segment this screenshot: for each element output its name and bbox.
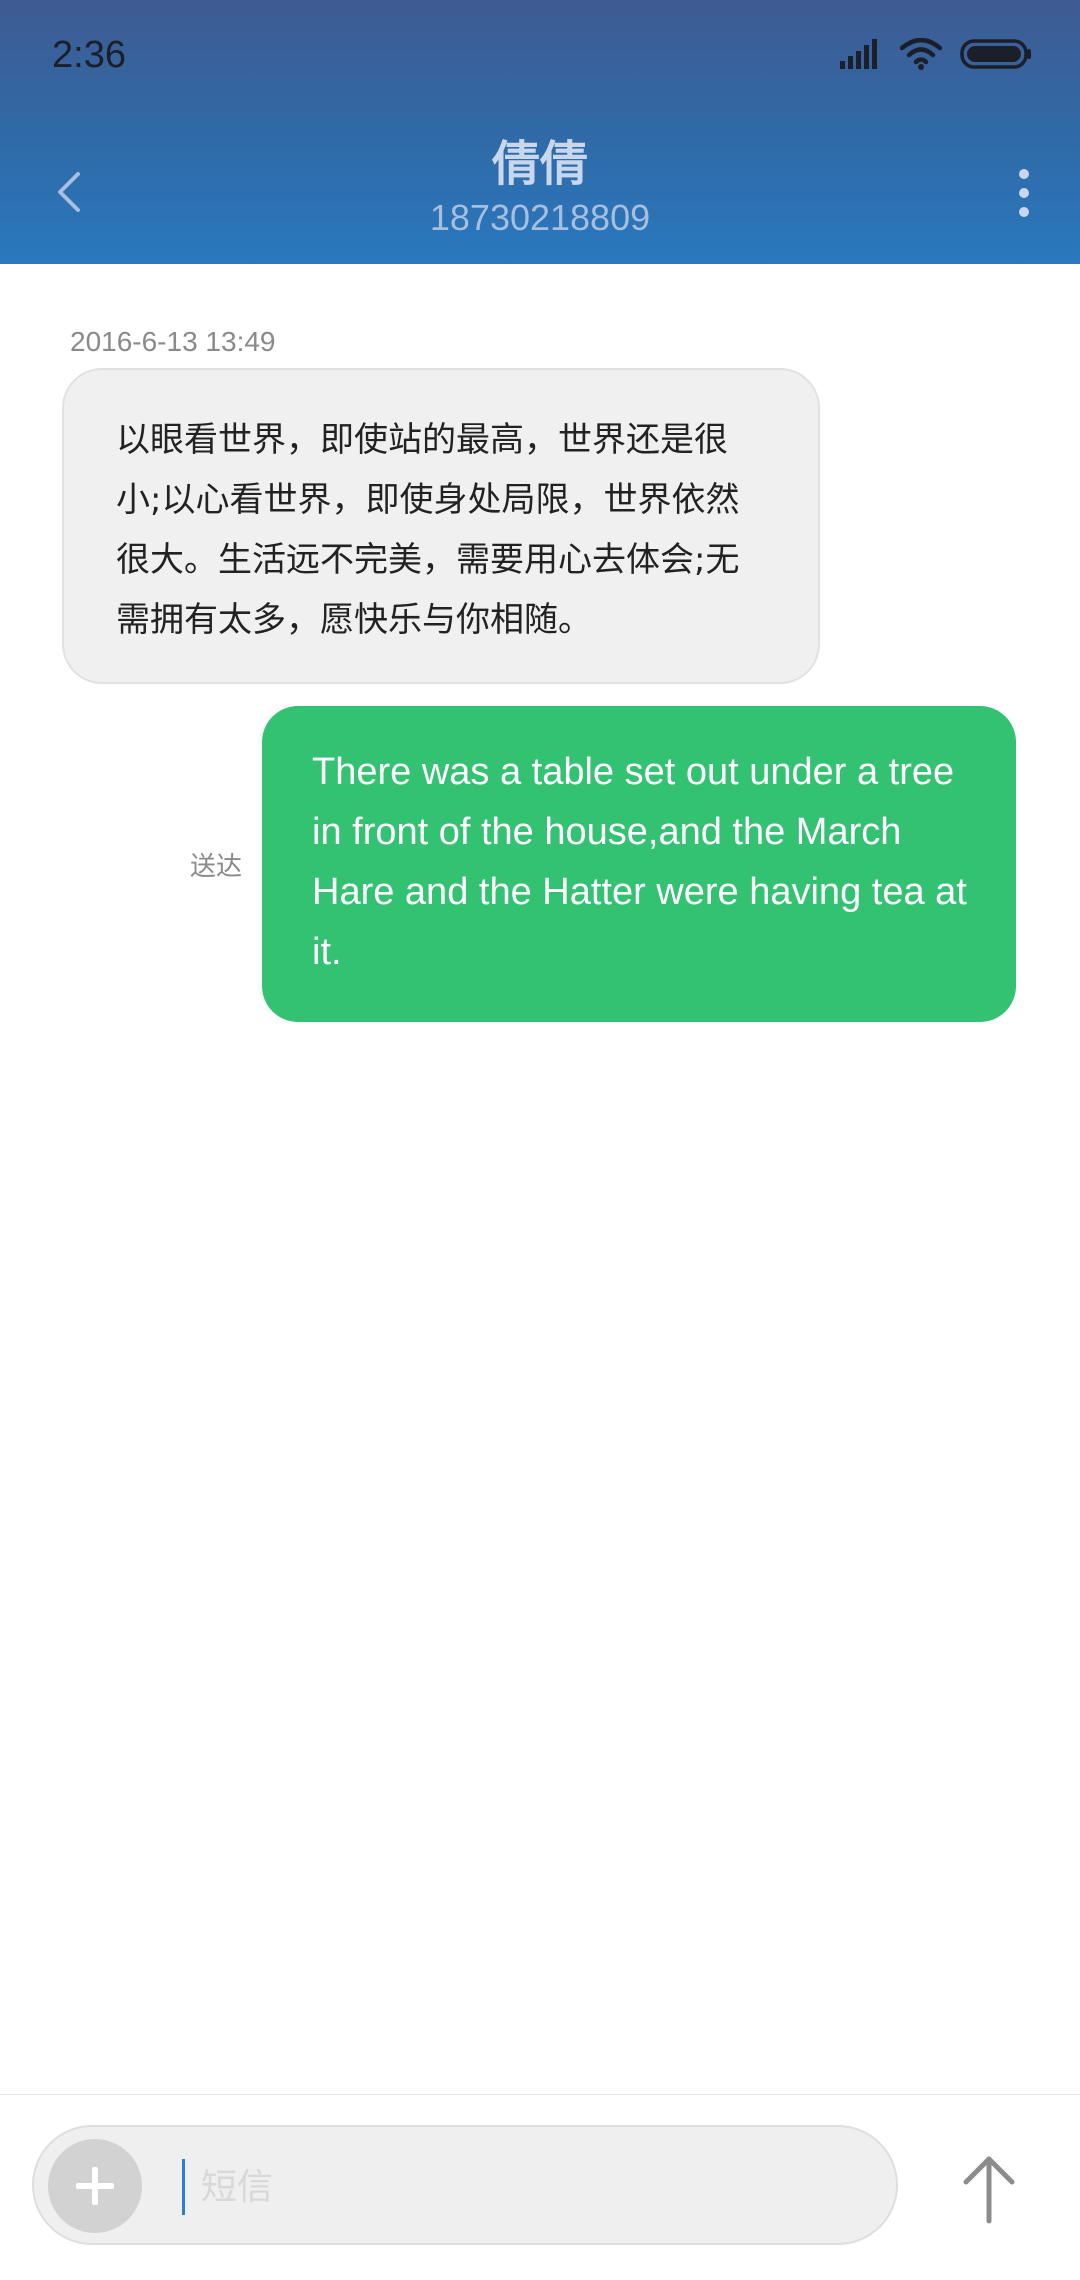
- received-message-text: 以眼看世界，即使站的最高，世界还是很小;以心看世界，即使身处局限，世界依然很大。…: [116, 420, 740, 640]
- wifi-icon: [900, 38, 942, 70]
- contact-title: 倩倩 18730218809: [0, 138, 1080, 239]
- sent-message-bubble[interactable]: There was a table set out under a tree i…: [262, 706, 1016, 1022]
- contact-name: 倩倩: [491, 136, 588, 192]
- received-message-bubble[interactable]: 以眼看世界，即使站的最高，世界还是很小;以心看世界，即使身处局限，世界依然很大。…: [62, 368, 820, 684]
- contact-number: 18730218809: [429, 196, 651, 238]
- send-arrow-icon: [963, 2156, 1015, 2224]
- message-list[interactable]: 2016-6-13 13:49 以眼看世界，即使站的最高，世界还是很小;以心看世…: [0, 264, 1080, 2094]
- delivery-status: 送达: [190, 852, 243, 882]
- send-button[interactable]: [958, 2151, 1020, 2227]
- header: 2:36 倩倩 18730218809: [0, 0, 1080, 264]
- more-icon[interactable]: [1016, 164, 1032, 222]
- signal-icon: [840, 39, 882, 69]
- sent-message-text: There was a table set out under a tree i…: [312, 751, 967, 973]
- add-icon: [76, 2167, 114, 2205]
- message-composer: [0, 2094, 1080, 2280]
- add-attachment-button[interactable]: [48, 2139, 142, 2233]
- message-input[interactable]: [182, 2159, 862, 2215]
- sms-conversation-screen: 2:36 倩倩 18730218809 2016-6-13 13:49 以眼看世…: [0, 0, 1080, 2280]
- status-icons: [840, 38, 1032, 70]
- status-time: 2:36: [52, 34, 126, 76]
- battery-icon: [960, 39, 1032, 69]
- input-pill: [32, 2125, 898, 2245]
- message-timestamp: 2016-6-13 13:49: [70, 326, 276, 357]
- title-bar: 倩倩 18730218809: [0, 120, 1080, 264]
- status-bar: 2:36: [0, 0, 1080, 120]
